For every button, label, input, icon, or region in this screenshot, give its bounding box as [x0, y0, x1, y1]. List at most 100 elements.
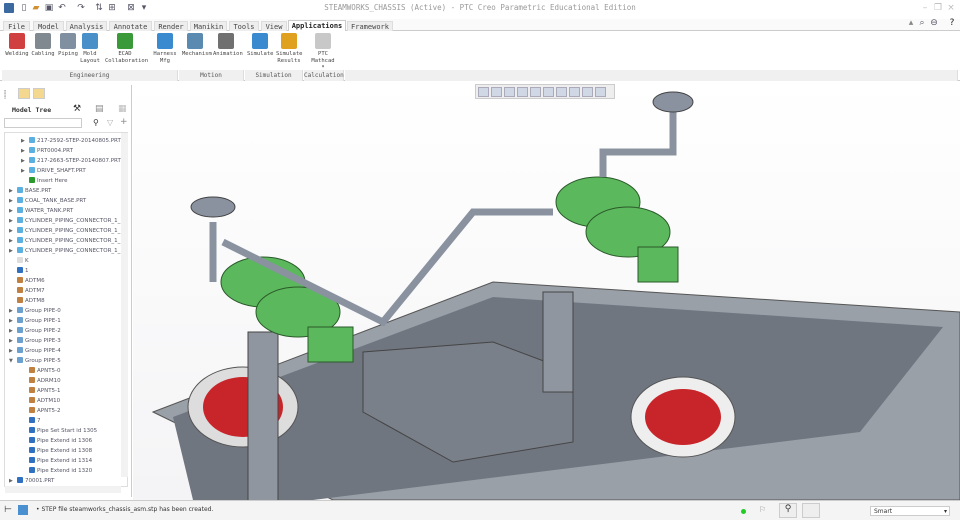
search-icon[interactable]: ⌕: [917, 18, 927, 28]
ribbon-button-mechanism[interactable]: Mechanism: [182, 33, 212, 58]
community-icon[interactable]: ⊖: [929, 18, 939, 28]
ribbon-button-mold[interactable]: Mold Layout: [77, 33, 103, 64]
view-manager-icon[interactable]: [556, 87, 567, 97]
tree-item[interactable]: ▶ Group PIPE-0: [9, 306, 61, 316]
minimize-icon[interactable]: –: [920, 3, 930, 13]
tree-item[interactable]: ▶ Group PIPE-1: [9, 316, 61, 326]
ribbon-button-cabling[interactable]: Cabling: [30, 33, 56, 58]
find-button[interactable]: ⚲: [779, 503, 797, 518]
tree-item[interactable]: Pipe Extend id 1306: [21, 436, 92, 446]
tree-item[interactable]: ▶ 70001.PRT: [9, 476, 54, 486]
expand-arrow-icon[interactable]: ▶: [21, 156, 29, 166]
ribbon-button-harness[interactable]: Harness Mfg: [152, 33, 178, 64]
tree-item[interactable]: 1: [9, 266, 29, 276]
tree-item[interactable]: ADTM10: [21, 396, 60, 406]
ribbon-button-simulate[interactable]: Simulate Results: [276, 33, 303, 64]
settings-icon[interactable]: ⚒: [73, 104, 81, 114]
expand-arrow-icon[interactable]: ▶: [9, 476, 17, 486]
tree-item[interactable]: ADTM6: [9, 276, 45, 286]
ribbon-button-animation[interactable]: Animation: [213, 33, 243, 58]
model-tree-tab-icon[interactable]: ⸽: [4, 89, 6, 100]
tree-item[interactable]: ▶ CYLINDER_PIPING_CONNECTOR_1_.P: [9, 216, 125, 226]
zoom-in-icon[interactable]: [491, 87, 502, 97]
tree-item[interactable]: ▶ PRT0004.PRT: [21, 146, 73, 156]
tree-item[interactable]: 7: [21, 416, 41, 426]
expand-arrow-icon[interactable]: ▶: [9, 336, 17, 346]
tree-item[interactable]: ▶ Group PIPE-2: [9, 326, 61, 336]
selection-button[interactable]: [802, 503, 820, 518]
tree-item[interactable]: ▶ COAL_TANK_BASE.PRT: [9, 196, 86, 206]
expand-arrow-icon[interactable]: ▶: [21, 136, 29, 146]
vertical-scrollbar[interactable]: [121, 133, 128, 477]
tree-item[interactable]: Pipe Extend id 1320: [21, 466, 92, 476]
show-icon[interactable]: ▤: [95, 104, 104, 114]
find-icon[interactable]: ⚲: [93, 118, 99, 127]
close-icon[interactable]: ×: [946, 3, 956, 13]
tree-item[interactable]: APNT5-0: [21, 366, 61, 376]
selection-filter-select[interactable]: Smart ▾: [870, 506, 950, 516]
expand-arrow-icon[interactable]: ▶: [9, 216, 17, 226]
expand-arrow-icon[interactable]: ▼: [9, 356, 17, 366]
expand-arrow-icon[interactable]: ▶: [9, 206, 17, 216]
tree-item[interactable]: ▶ BASE.PRT: [9, 186, 51, 196]
help-icon[interactable]: ?: [947, 18, 957, 28]
tree-item-label: 70001.PRT: [25, 478, 55, 484]
tree-item[interactable]: APNT5-1: [21, 386, 61, 396]
saved-orientations-icon[interactable]: [543, 87, 554, 97]
graphics-area[interactable]: [133, 82, 960, 500]
tree-item[interactable]: Pipe Set Start id 1305: [21, 426, 97, 436]
flag-icon[interactable]: ⚐: [759, 505, 766, 514]
annotation-display-icon[interactable]: [582, 87, 593, 97]
ribbon-button-ecad[interactable]: ECAD Collaboration: [105, 33, 148, 64]
expand-arrow-icon[interactable]: ▶: [9, 246, 17, 256]
folder-tab-icon[interactable]: [18, 88, 30, 99]
display-style-icon[interactable]: [530, 87, 541, 97]
filter-icon[interactable]: ▽: [107, 118, 113, 127]
ribbon-button-simulate[interactable]: Simulate: [247, 33, 274, 58]
browser-icon[interactable]: [18, 505, 28, 515]
expand-arrow-icon[interactable]: ▶: [21, 146, 29, 156]
tree-item[interactable]: ▼ Group PIPE-5: [9, 356, 61, 366]
horizontal-scrollbar[interactable]: [5, 486, 121, 493]
expand-arrow-icon[interactable]: ▶: [9, 196, 17, 206]
expand-arrow-icon[interactable]: ▶: [9, 186, 17, 196]
ribbon-button-ptc[interactable]: PTC Mathcad ▾: [310, 33, 336, 71]
spin-center-icon[interactable]: [595, 87, 606, 97]
collapse-ribbon-icon[interactable]: ▴: [906, 18, 916, 28]
tree-item[interactable]: ▶ WATER_TANK.PRT: [9, 206, 73, 216]
expand-arrow-icon[interactable]: ▶: [9, 346, 17, 356]
expand-arrow-icon[interactable]: ▶: [9, 236, 17, 246]
expand-arrow-icon[interactable]: ▶: [9, 316, 17, 326]
tree-item[interactable]: Pipe Extend id 1314: [21, 456, 92, 466]
tree-item[interactable]: Pipe Extend id 1308: [21, 446, 92, 456]
tree-item[interactable]: ADTM7: [9, 286, 45, 296]
tree-search-input[interactable]: [4, 118, 82, 128]
tree-columns-icon[interactable]: ▦: [118, 104, 127, 114]
tree-item[interactable]: ADTM8: [9, 296, 45, 306]
expand-arrow-icon[interactable]: ▶: [9, 226, 17, 236]
datum-display-icon[interactable]: [569, 87, 580, 97]
restore-icon[interactable]: ❐: [933, 3, 943, 13]
expand-arrow-icon[interactable]: ▶: [9, 306, 17, 316]
tree-item[interactable]: Insert Here: [21, 176, 68, 186]
repaint-icon[interactable]: [517, 87, 528, 97]
expand-arrow-icon[interactable]: ▶: [21, 166, 29, 176]
tree-item[interactable]: APNT5-2: [21, 406, 61, 416]
refit-icon[interactable]: [478, 87, 489, 97]
tree-item[interactable]: ADRM10: [21, 376, 61, 386]
tree-item[interactable]: ▶ Group PIPE-3: [9, 336, 61, 346]
add-icon[interactable]: +: [120, 117, 128, 127]
ribbon-button-welding[interactable]: Welding: [4, 33, 30, 58]
tree-item[interactable]: K: [9, 256, 29, 266]
tree-item[interactable]: ▶ CYLINDER_PIPING_CONNECTOR_1_.P: [9, 246, 125, 256]
tree-item[interactable]: ▶ Group PIPE-4: [9, 346, 61, 356]
tree-item[interactable]: ▶ DRIVE_SHAFT.PRT: [21, 166, 86, 176]
tree-item[interactable]: ▶ 217-2592-STEP-20140805.PRT: [21, 136, 121, 146]
tree-item[interactable]: ▶ CYLINDER_PIPING_CONNECTOR_1_.P: [9, 236, 125, 246]
expand-arrow-icon[interactable]: ▶: [9, 326, 17, 336]
zoom-out-icon[interactable]: [504, 87, 515, 97]
tree-item[interactable]: ▶ 217-2663-STEP-20140807.PRT: [21, 156, 121, 166]
tree-item[interactable]: ▶ CYLINDER_PIPING_CONNECTOR_1_.P: [9, 226, 125, 236]
show-navigator-icon[interactable]: ⊢: [4, 505, 12, 515]
favorites-tab-icon[interactable]: [33, 88, 45, 99]
